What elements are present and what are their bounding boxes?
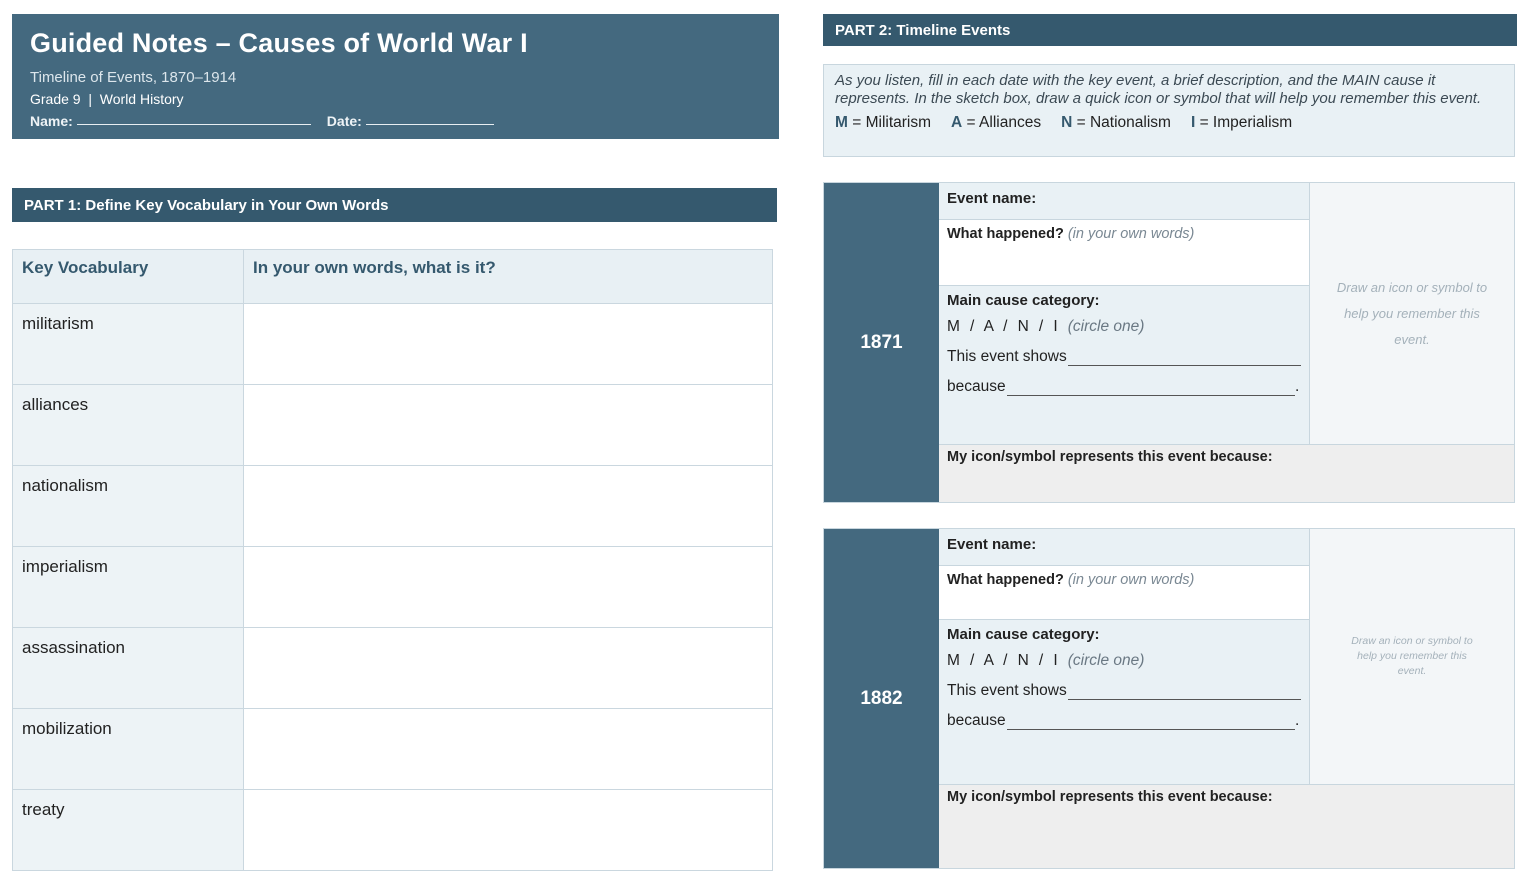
event-card: 1882 Event name: What happened? (in your… xyxy=(823,528,1515,869)
because-line[interactable]: because. xyxy=(947,378,1301,396)
vocab-term: imperialism xyxy=(12,546,244,628)
table-row: imperialism xyxy=(12,546,773,628)
shows-line[interactable]: This event shows xyxy=(947,348,1301,366)
because-line[interactable]: because. xyxy=(947,712,1301,730)
event-year: 1882 xyxy=(824,529,939,868)
table-row: nationalism xyxy=(12,465,773,547)
cause-choice[interactable]: M / A / N / I (circle one) xyxy=(947,652,1301,670)
table-row: mobilization xyxy=(12,708,773,790)
what-happened-field[interactable]: What happened? (in your own words) xyxy=(939,566,1309,620)
sketch-box[interactable]: Draw an icon or symbol to help you remem… xyxy=(1309,529,1514,784)
vocab-term: assassination xyxy=(12,627,244,709)
shows-line[interactable]: This event shows xyxy=(947,682,1301,700)
vocab-term: alliances xyxy=(12,384,244,466)
instructions-text: As you listen, fill in each date with th… xyxy=(835,72,1482,107)
date-field[interactable] xyxy=(365,113,494,125)
vocab-term: mobilization xyxy=(12,708,244,790)
event-year: 1871 xyxy=(824,183,939,502)
definition-field[interactable] xyxy=(243,465,773,547)
vocab-table: Key Vocabulary In your own words, what i… xyxy=(12,249,773,871)
legend-item: N = Nationalism xyxy=(1061,114,1171,131)
main-cause-field: Main cause category: M / A / N / I (circ… xyxy=(939,286,1309,444)
what-happened-field[interactable]: What happened? (in your own words) xyxy=(939,220,1309,286)
table-row: assassination xyxy=(12,627,773,709)
cause-choice[interactable]: M / A / N / I (circle one) xyxy=(947,318,1301,336)
part2-title: PART 2: Timeline Events xyxy=(823,14,1517,46)
page-subtitle: Timeline of Events, 1870–1914 xyxy=(30,69,237,86)
definition-field[interactable] xyxy=(243,384,773,466)
grade-label: Grade 9 | World History xyxy=(30,91,184,107)
name-date-row: Name: Date: xyxy=(30,113,761,129)
vocab-term: militarism xyxy=(12,303,244,385)
legend-item: A = Alliances xyxy=(951,114,1042,131)
date-label: Date: xyxy=(326,113,362,129)
event-name-field[interactable]: Event name: xyxy=(939,529,1309,566)
instructions-box: As you listen, fill in each date with th… xyxy=(823,64,1515,157)
col-key-vocabulary: Key Vocabulary xyxy=(12,249,244,304)
table-row: militarism xyxy=(12,303,773,385)
name-field[interactable] xyxy=(76,113,311,125)
sketch-box[interactable]: Draw an icon or symbol to help you remem… xyxy=(1309,183,1514,444)
main-cause-field: Main cause category: M / A / N / I (circ… xyxy=(939,620,1309,784)
page-title: Guided Notes – Causes of World War I xyxy=(30,28,528,58)
col-own-words: In your own words, what is it? xyxy=(243,249,773,304)
definition-field[interactable] xyxy=(243,708,773,790)
name-label: Name: xyxy=(30,113,73,129)
legend-item: I = Imperialism xyxy=(1190,114,1293,131)
table-header-row: Key Vocabulary In your own words, what i… xyxy=(12,249,773,304)
definition-field[interactable] xyxy=(243,627,773,709)
part1-title: PART 1: Define Key Vocabulary in Your Ow… xyxy=(12,188,777,222)
event-name-field[interactable]: Event name: xyxy=(939,183,1309,220)
table-row: alliances xyxy=(12,384,773,466)
vocab-term: treaty xyxy=(12,789,244,871)
table-row: treaty xyxy=(12,789,773,871)
icon-reason-field[interactable]: My icon/symbol represents this event bec… xyxy=(939,444,1514,502)
cause-legend: M = Militarism A = Alliances N = Nationa… xyxy=(835,114,1503,132)
definition-field[interactable] xyxy=(243,789,773,871)
definition-field[interactable] xyxy=(243,303,773,385)
event-card: 1871 Event name: What happened? (in your… xyxy=(823,182,1515,503)
legend-item: M = Militarism xyxy=(835,114,932,131)
icon-reason-field[interactable]: My icon/symbol represents this event bec… xyxy=(939,784,1514,868)
definition-field[interactable] xyxy=(243,546,773,628)
worksheet-header: Guided Notes – Causes of World War I Tim… xyxy=(12,14,779,139)
vocab-term: nationalism xyxy=(12,465,244,547)
